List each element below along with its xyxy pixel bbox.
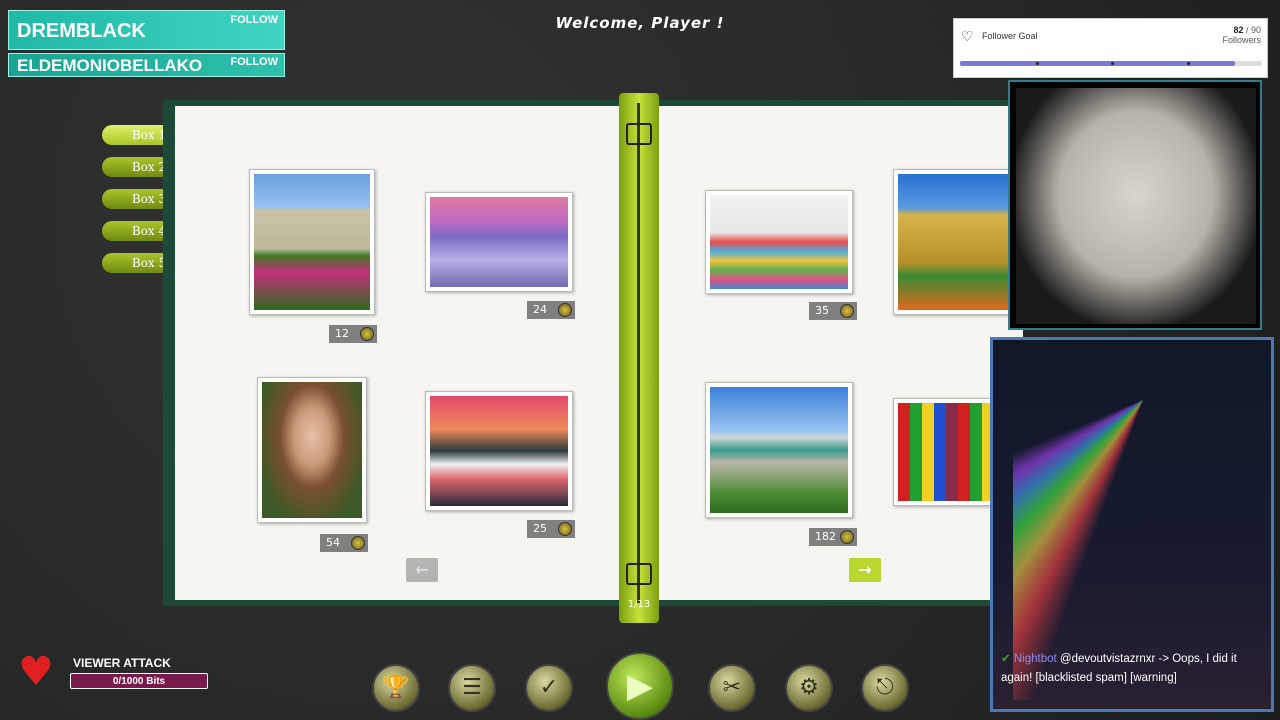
chat-overlay: ✔ Nightbot @devoutvistazrnxr -> Oops, I … xyxy=(990,337,1274,712)
album-book: 12 24 54 25 ← 35 182 → xyxy=(163,100,1023,606)
exit-door-icon: ⎋ xyxy=(876,675,894,700)
photo-image xyxy=(710,195,848,289)
book-spine: 1/13 xyxy=(619,93,659,623)
photo-mattresses[interactable] xyxy=(705,190,853,294)
goal-marker xyxy=(1186,62,1190,65)
count-value: 54 xyxy=(326,536,340,549)
photo-image xyxy=(430,197,568,287)
list-button[interactable]: ☰ xyxy=(448,664,496,712)
goal-title: Follower Goal xyxy=(982,31,1038,41)
count-value: 24 xyxy=(533,303,547,316)
goal-progress-fill xyxy=(960,61,1236,66)
photo-count-badge: 182 xyxy=(809,528,857,546)
photo-woman-portrait[interactable] xyxy=(257,377,367,523)
trophy-button[interactable]: 🏆 xyxy=(372,664,420,712)
arrow-right-icon: → xyxy=(858,560,872,579)
chat-message: ✔ Nightbot @devoutvistazrnxr -> Oops, I … xyxy=(1001,650,1271,688)
gear-icon: ⚙ xyxy=(799,675,819,700)
bits-progress: 0/1000 Bits xyxy=(70,673,208,689)
coin-icon xyxy=(558,303,572,317)
photo-image xyxy=(262,382,362,518)
photo-image xyxy=(430,396,568,506)
count-value: 182 xyxy=(815,530,836,543)
webcam-feed xyxy=(1008,80,1262,330)
play-button[interactable]: ▶ xyxy=(606,652,674,720)
checklist-button[interactable]: ✓ xyxy=(525,664,573,712)
coin-icon xyxy=(558,522,572,536)
goal-target: 90 xyxy=(1250,25,1261,35)
left-page: 12 24 54 25 ← xyxy=(175,106,637,600)
viewer-attack-title: VIEWER ATTACK xyxy=(73,656,171,670)
follow-label: FOLLOW xyxy=(230,56,278,68)
viewer-attack-widget: ♥ VIEWER ATTACK 0/1000 Bits xyxy=(18,640,208,720)
moderator-badge-icon: ✔ xyxy=(1001,653,1011,665)
goal-separator: / xyxy=(1243,25,1251,35)
prev-page-button[interactable]: ← xyxy=(406,558,438,582)
photo-count-badge: 12 xyxy=(329,325,377,343)
follow-name: ELDEMONIOBELLAKO xyxy=(17,56,203,75)
checklist-icon: ✓ xyxy=(539,675,559,700)
goal-marker xyxy=(1111,62,1114,65)
count-value: 12 xyxy=(335,327,349,340)
goal-progress-bar xyxy=(960,61,1262,66)
count-value: 35 xyxy=(815,304,829,317)
photo-count-badge: 24 xyxy=(527,301,575,319)
chat-username: Nightbot xyxy=(1013,653,1057,665)
binder-ring-icon xyxy=(626,123,652,145)
arrow-left-icon: ← xyxy=(415,560,429,579)
follower-goal-widget: ♡ Follower Goal 82 / 90 Followers xyxy=(953,18,1268,78)
cat-face-image xyxy=(1016,88,1256,324)
strawberry-heart-icon: ♥ xyxy=(18,649,54,695)
count-value: 25 xyxy=(533,522,547,535)
photo-castle-tower[interactable] xyxy=(249,169,375,315)
photo-count-badge: 25 xyxy=(527,520,575,538)
settings-button[interactable]: ⚙ xyxy=(785,664,833,712)
next-page-button[interactable]: → xyxy=(849,558,881,582)
play-icon: ▶ xyxy=(626,666,654,706)
photo-swans[interactable] xyxy=(425,192,573,292)
spine-line xyxy=(637,103,640,603)
exit-button[interactable]: ⎋ xyxy=(861,664,909,712)
photo-image xyxy=(898,174,1018,310)
follow-banner-eldemonio[interactable]: ELDEMONIOBELLAKO FOLLOW xyxy=(8,53,285,77)
scissors-icon: ✂ xyxy=(722,675,742,700)
photo-count-badge: 54 xyxy=(320,534,368,552)
scissors-button[interactable]: ✂ xyxy=(708,664,756,712)
coin-icon xyxy=(360,327,374,341)
coin-icon xyxy=(840,304,854,318)
photo-count-badge: 35 xyxy=(809,302,857,320)
photo-image xyxy=(710,387,848,513)
heart-outline-icon: ♡ xyxy=(961,28,974,44)
trophy-icon: 🏆 xyxy=(382,675,410,700)
goal-marker xyxy=(1035,62,1039,65)
coin-icon xyxy=(351,536,365,550)
page-number: 1/13 xyxy=(627,599,651,610)
goal-count: 82 / 90 Followers xyxy=(1222,25,1261,45)
right-page: 35 182 → xyxy=(643,106,1023,600)
binder-ring-icon xyxy=(626,563,652,585)
photo-fairytale-castle[interactable] xyxy=(705,382,853,518)
goal-current: 82 xyxy=(1233,25,1244,35)
photo-golden-palace[interactable] xyxy=(893,169,1023,315)
list-icon: ☰ xyxy=(462,675,482,700)
coin-icon xyxy=(840,530,854,544)
goal-unit: Followers xyxy=(1222,35,1261,45)
photo-image xyxy=(254,174,370,310)
photo-mountain-lake[interactable] xyxy=(425,391,573,511)
